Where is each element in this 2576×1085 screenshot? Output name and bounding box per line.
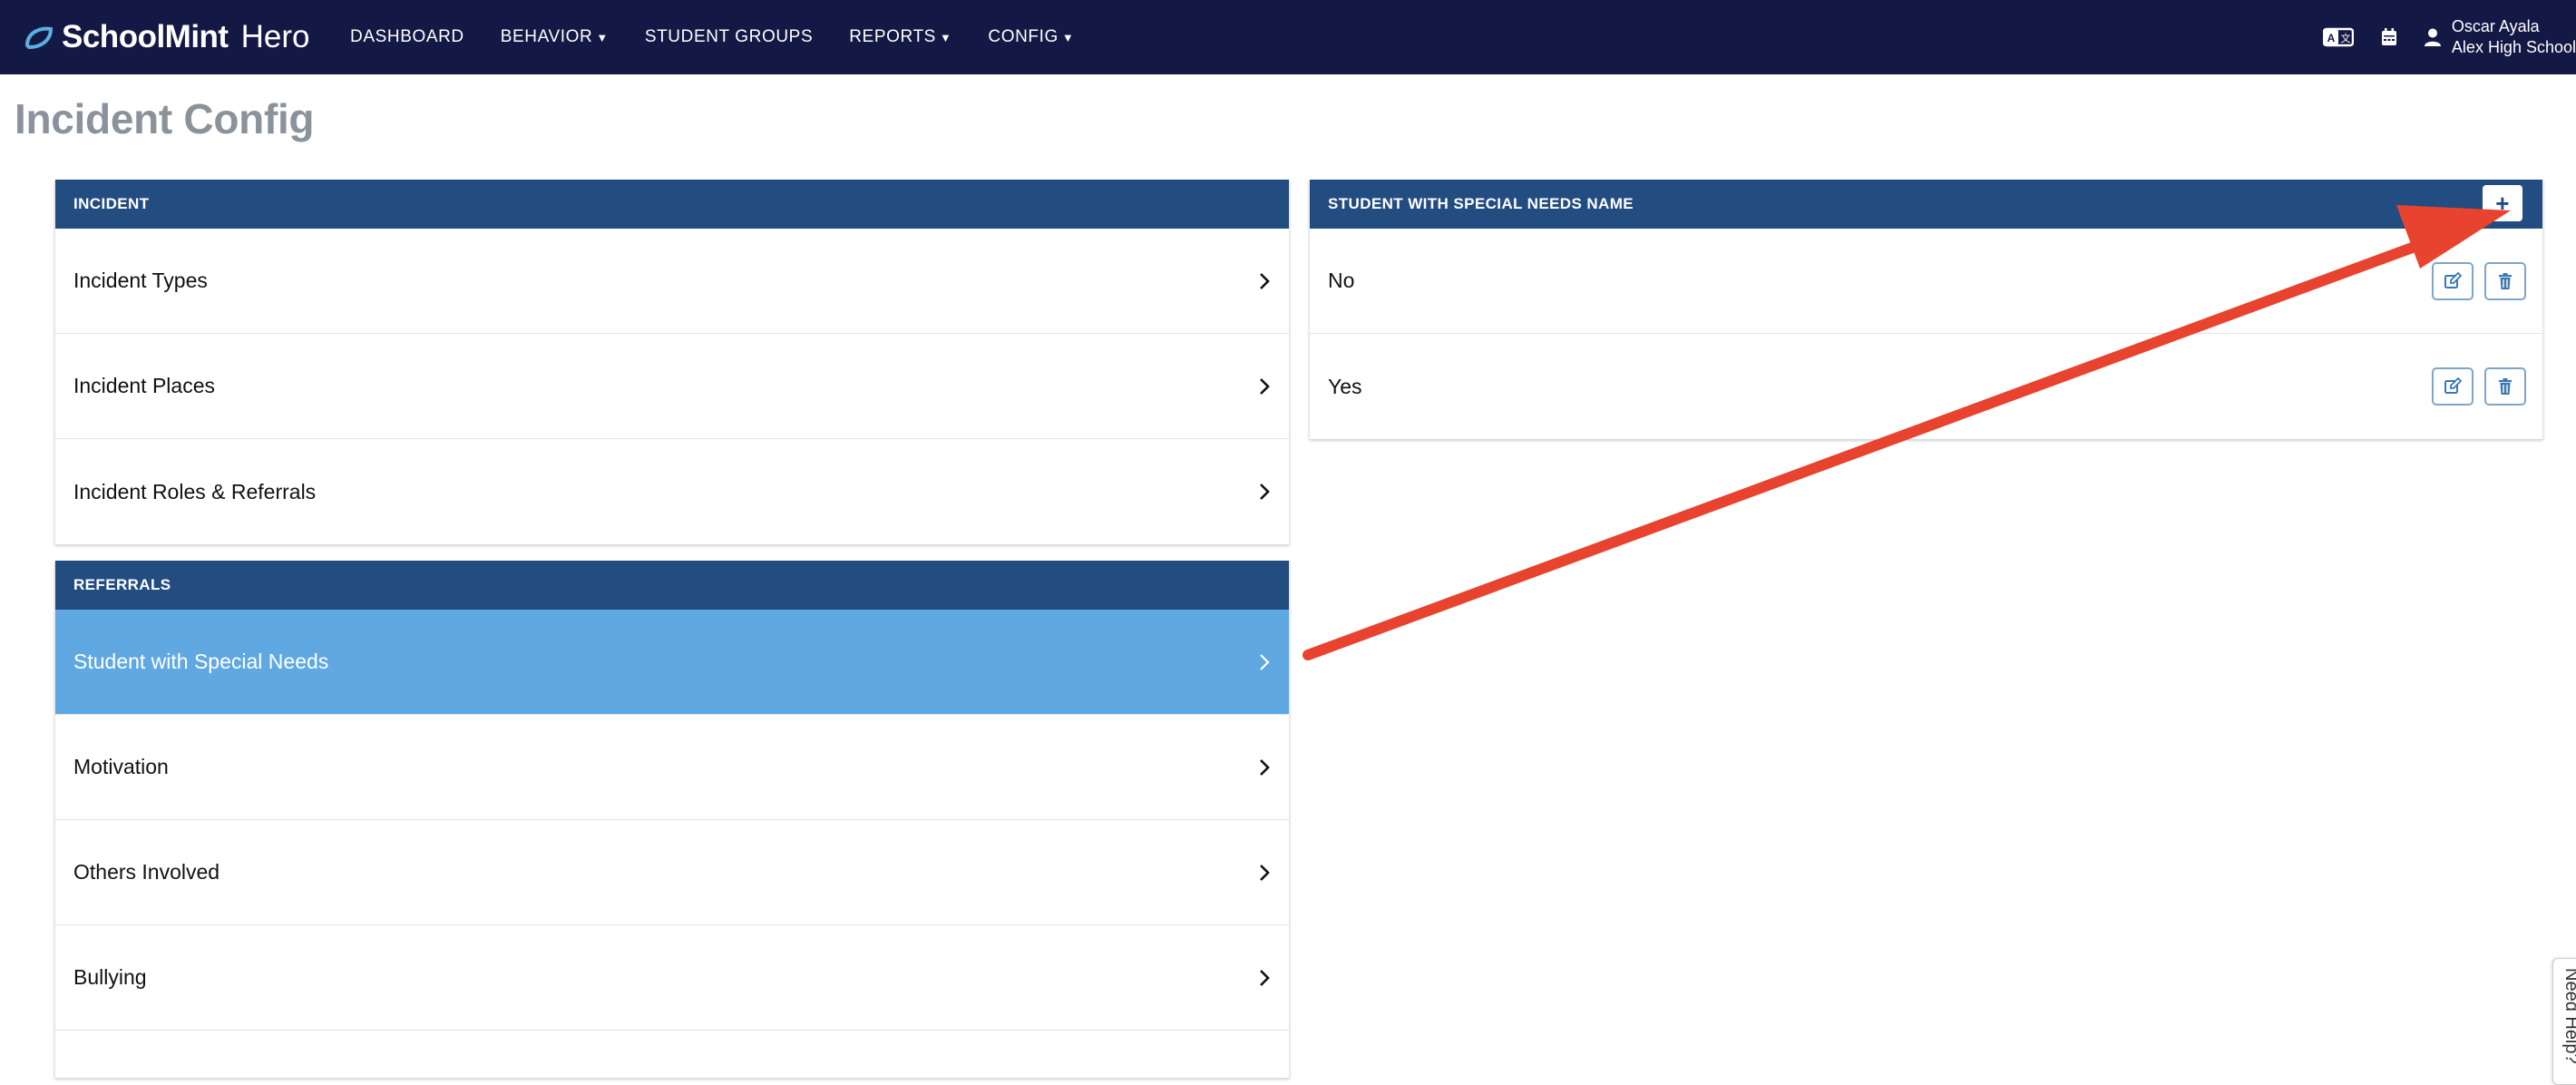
panel-header-label: STUDENT WITH SPECIAL NEEDS NAME xyxy=(1328,195,1634,212)
edit-icon xyxy=(2444,377,2462,394)
special-needs-panel: STUDENT WITH SPECIAL NEEDS NAME + No Yes xyxy=(1309,180,2543,439)
row-actions xyxy=(2432,261,2526,300)
chevron-right-icon xyxy=(1254,376,1274,396)
panel-header-special-needs-name: STUDENT WITH SPECIAL NEEDS NAME + xyxy=(1310,180,2542,229)
panel-header-referrals: REFERRALS xyxy=(55,561,1289,610)
brand-logo[interactable]: SchoolMint Hero xyxy=(24,16,309,58)
list-item-yes: Yes xyxy=(1310,334,2542,439)
chevron-right-icon xyxy=(1254,968,1274,988)
calendar-icon[interactable] xyxy=(2381,28,2397,46)
user-menu[interactable]: Oscar Ayala Alex High School xyxy=(2424,16,2576,58)
edit-icon xyxy=(2444,271,2462,288)
list-item-label: Incident Roles & Referrals xyxy=(73,479,317,503)
edit-button[interactable] xyxy=(2432,367,2474,406)
need-help-tab[interactable]: Need Help? xyxy=(2552,958,2576,1085)
page-title: Incident Config xyxy=(15,95,315,142)
chevron-right-icon xyxy=(1254,271,1274,291)
brand-name: SchoolMint xyxy=(62,19,229,54)
referrals-panel: REFERRALS Student with Special Needs Mot… xyxy=(54,561,1290,1078)
user-text: Oscar Ayala Alex High School xyxy=(2452,16,2576,58)
panel-header-incident: INCIDENT xyxy=(55,180,1289,229)
list-item-student-with-special-needs[interactable]: Student with Special Needs xyxy=(55,610,1289,715)
delete-button[interactable] xyxy=(2484,367,2526,406)
nav-student-groups-label: STUDENT GROUPS xyxy=(644,27,814,46)
trash-icon xyxy=(2499,272,2512,289)
edit-button[interactable] xyxy=(2432,261,2474,300)
list-item-label: Yes xyxy=(1328,374,1362,398)
list-item-label: Motivation xyxy=(73,755,169,778)
user-school: Alex High School xyxy=(2451,38,2576,56)
list-item-label: Incident Places xyxy=(73,374,215,397)
svg-text:文: 文 xyxy=(2340,32,2350,44)
list-item-incident-places[interactable]: Incident Places xyxy=(55,334,1289,439)
list-item-label: Incident Types xyxy=(73,269,208,292)
nav-dashboard[interactable]: DASHBOARD xyxy=(350,27,464,47)
nav-links: DASHBOARD BEHAVIOR ▼ STUDENT GROUPS REPO… xyxy=(350,0,1074,74)
list-item-label: No xyxy=(1328,269,1355,292)
top-navbar: SchoolMint Hero DASHBOARD BEHAVIOR ▼ STU… xyxy=(0,0,2576,74)
svg-text:A: A xyxy=(2327,32,2336,44)
list-item-others-involved[interactable]: Others Involved xyxy=(55,820,1289,925)
nav-behavior-label: BEHAVIOR xyxy=(500,27,593,46)
translate-icon[interactable]: A 文 xyxy=(2322,27,2354,47)
nav-reports-label: REPORTS xyxy=(849,27,936,46)
user-icon xyxy=(2424,28,2441,46)
row-actions xyxy=(2432,367,2526,406)
list-item-label: Bullying xyxy=(73,965,147,989)
list-item-incident-types[interactable]: Incident Types xyxy=(55,229,1289,334)
nav-reports[interactable]: REPORTS ▼ xyxy=(849,27,951,47)
list-item-incident-roles-referrals[interactable]: Incident Roles & Referrals xyxy=(55,439,1289,544)
list-item-label: Student with Special Needs xyxy=(73,650,329,673)
add-button[interactable]: + xyxy=(2483,185,2522,221)
caret-down-icon: ▼ xyxy=(939,30,952,44)
nav-config[interactable]: CONFIG ▼ xyxy=(988,27,1074,47)
nav-behavior[interactable]: BEHAVIOR ▼ xyxy=(501,27,609,47)
trash-icon xyxy=(2499,378,2512,395)
user-name: Oscar Ayala xyxy=(2451,17,2540,35)
nav-right: A 文 Oscar Ayala Alex High School xyxy=(2322,0,2576,74)
list-item-motivation[interactable]: Motivation xyxy=(55,715,1289,820)
nav-student-groups[interactable]: STUDENT GROUPS xyxy=(645,27,813,47)
schoolmint-leaf-icon xyxy=(24,26,54,50)
chevron-right-icon xyxy=(1254,863,1274,883)
caret-down-icon: ▼ xyxy=(596,30,609,44)
list-item-label: Others Involved xyxy=(73,860,220,884)
chevron-right-icon xyxy=(1254,758,1274,777)
chevron-right-icon xyxy=(1254,482,1274,502)
delete-button[interactable] xyxy=(2484,261,2526,300)
nav-dashboard-label: DASHBOARD xyxy=(350,27,464,46)
plus-icon: + xyxy=(2495,189,2510,217)
caret-down-icon: ▼ xyxy=(1061,30,1075,44)
list-item-no: No xyxy=(1310,229,2542,334)
incident-panel: INCIDENT Incident Types Incident Places … xyxy=(54,180,1290,544)
chevron-right-icon xyxy=(1254,652,1274,672)
list-item-bullying[interactable]: Bullying xyxy=(55,925,1289,1031)
nav-config-label: CONFIG xyxy=(988,27,1059,46)
brand-sub: Hero xyxy=(240,19,310,54)
need-help-label: Need Help? xyxy=(2561,968,2576,1064)
